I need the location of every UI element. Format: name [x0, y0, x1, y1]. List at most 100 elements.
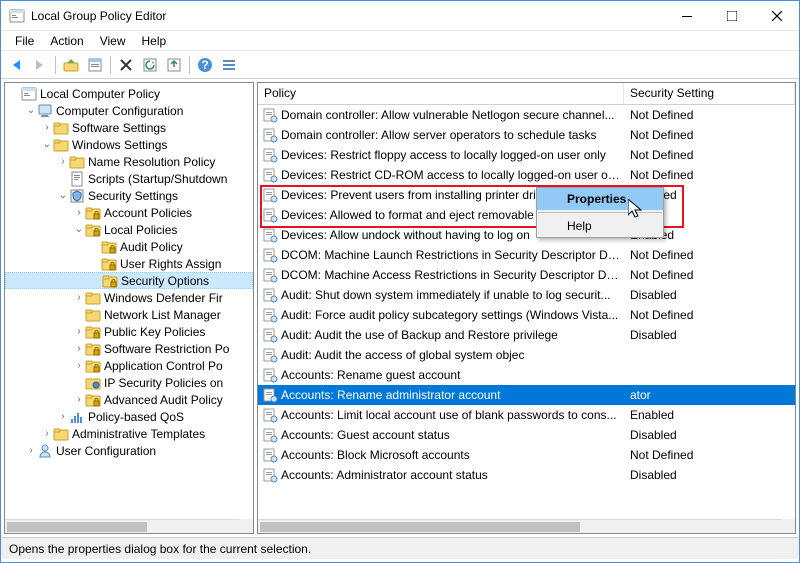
- tree-toggle-icon[interactable]: ⌄: [41, 139, 53, 150]
- list-row[interactable]: DCOM: Machine Launch Restrictions in Sec…: [258, 245, 795, 265]
- list-row[interactable]: Devices: Allowed to format and eject rem…: [258, 205, 795, 225]
- list-row[interactable]: Devices: Allow undock without having to …: [258, 225, 795, 245]
- refresh-button[interactable]: [139, 54, 161, 76]
- folder-lock-icon: [101, 239, 117, 255]
- tree-item[interactable]: ›Public Key Policies: [5, 323, 253, 340]
- menu-file[interactable]: File: [7, 32, 42, 50]
- context-menu-help[interactable]: Help: [537, 215, 663, 237]
- policy-icon: [262, 287, 278, 303]
- tree-item[interactable]: ›Software Restriction Po: [5, 340, 253, 357]
- tree-label: Local Computer Policy: [40, 87, 160, 101]
- export-button[interactable]: [163, 54, 185, 76]
- policy-icon: [262, 307, 278, 323]
- tree-item[interactable]: Scripts (Startup/Shutdown: [5, 170, 253, 187]
- list-row[interactable]: Accounts: Administrator account statusDi…: [258, 465, 795, 485]
- list-row[interactable]: Audit: Force audit policy subcategory se…: [258, 305, 795, 325]
- toolbar: [1, 51, 799, 79]
- horizontal-scrollbar[interactable]: [5, 519, 239, 533]
- list-row[interactable]: Audit: Audit the use of Backup and Resto…: [258, 325, 795, 345]
- policy-icon: [262, 107, 278, 123]
- list-row[interactable]: Accounts: Block Microsoft accountsNot De…: [258, 445, 795, 465]
- help-button[interactable]: [194, 54, 216, 76]
- maximize-button[interactable]: [709, 1, 754, 30]
- tree-item[interactable]: Network List Manager: [5, 306, 253, 323]
- tree-item[interactable]: ›Advanced Audit Policy: [5, 391, 253, 408]
- forward-button[interactable]: [29, 54, 51, 76]
- policy-list[interactable]: Domain controller: Allow vulnerable Netl…: [258, 105, 795, 533]
- tree-label: Computer Configuration: [56, 104, 183, 118]
- tree-item[interactable]: ⌄Local Policies: [5, 221, 253, 238]
- tree-label: Windows Settings: [72, 138, 167, 152]
- list-row[interactable]: Devices: Prevent users from installing p…: [258, 185, 795, 205]
- tree-toggle-icon[interactable]: ›: [73, 326, 85, 337]
- tree-item[interactable]: ›Account Policies: [5, 204, 253, 221]
- tree-toggle-icon[interactable]: ›: [41, 122, 53, 133]
- context-menu-properties[interactable]: Properties: [537, 188, 663, 210]
- back-button[interactable]: [5, 54, 27, 76]
- tree-item[interactable]: ⌄ Windows Settings: [5, 136, 253, 153]
- policy-icon: [262, 207, 278, 223]
- tree-toggle-icon[interactable]: ›: [25, 445, 37, 456]
- minimize-button[interactable]: [664, 1, 709, 30]
- tree-toggle-icon[interactable]: ›: [57, 411, 69, 422]
- console-icon: [21, 86, 37, 102]
- tree-item[interactable]: Audit Policy: [5, 238, 253, 255]
- up-button[interactable]: [60, 54, 82, 76]
- policy-name: DCOM: Machine Launch Restrictions in Sec…: [281, 248, 624, 262]
- policy-icon: [262, 387, 278, 403]
- app-icon: [9, 8, 25, 24]
- policy-icon: [262, 167, 278, 183]
- list-row[interactable]: Accounts: Rename guest account: [258, 365, 795, 385]
- horizontal-scrollbar[interactable]: [258, 519, 781, 533]
- list-row[interactable]: DCOM: Machine Access Restrictions in Sec…: [258, 265, 795, 285]
- list-row[interactable]: Devices: Restrict floppy access to local…: [258, 145, 795, 165]
- list-row[interactable]: Accounts: Guest account statusDisabled: [258, 425, 795, 445]
- menu-action[interactable]: Action: [42, 32, 91, 50]
- tree-item[interactable]: ›Application Control Po: [5, 357, 253, 374]
- column-setting[interactable]: Security Setting: [624, 83, 795, 104]
- policy-name: Accounts: Administrator account status: [281, 468, 624, 482]
- properties-button[interactable]: [84, 54, 106, 76]
- list-row[interactable]: Devices: Restrict CD-ROM access to local…: [258, 165, 795, 185]
- console-tree[interactable]: Local Computer Policy⌄Computer Configura…: [5, 83, 253, 533]
- tree-item[interactable]: IP Security Policies on: [5, 374, 253, 391]
- tree-item[interactable]: ›User Configuration: [5, 442, 253, 459]
- tree-toggle-icon[interactable]: ›: [41, 428, 53, 439]
- close-button[interactable]: [754, 1, 799, 30]
- column-policy[interactable]: Policy: [258, 83, 624, 104]
- tree-item[interactable]: ›Policy-based QoS: [5, 408, 253, 425]
- tree-item[interactable]: ⌄Security Settings: [5, 187, 253, 204]
- list-row[interactable]: Domain controller: Allow server operator…: [258, 125, 795, 145]
- list-row[interactable]: Audit: Shut down system immediately if u…: [258, 285, 795, 305]
- tree-item[interactable]: ›Windows Defender Fir: [5, 289, 253, 306]
- tree-label: IP Security Policies on: [104, 376, 223, 390]
- folder-lock-icon: [101, 256, 117, 272]
- folder-icon: [85, 307, 101, 323]
- tree-item[interactable]: ›Administrative Templates: [5, 425, 253, 442]
- show-hide-button[interactable]: [218, 54, 240, 76]
- tree-toggle-icon[interactable]: ⌄: [57, 190, 69, 201]
- menu-help[interactable]: Help: [134, 32, 175, 50]
- list-row[interactable]: Domain controller: Allow vulnerable Netl…: [258, 105, 795, 125]
- tree-toggle-icon[interactable]: ⌄: [25, 105, 37, 116]
- tree-item[interactable]: ⌄ Computer Configuration: [5, 102, 253, 119]
- list-row[interactable]: Accounts: Limit local account use of bla…: [258, 405, 795, 425]
- tree-item[interactable]: ›Name Resolution Policy: [5, 153, 253, 170]
- tree-item[interactable]: ›Software Settings: [5, 119, 253, 136]
- tree-item[interactable]: User Rights Assign: [5, 255, 253, 272]
- tree-item[interactable]: Local Computer Policy: [5, 85, 253, 102]
- delete-button[interactable]: [115, 54, 137, 76]
- tree-toggle-icon[interactable]: ›: [73, 207, 85, 218]
- list-row[interactable]: Accounts: Rename administrator accountat…: [258, 385, 795, 405]
- tree-toggle-icon[interactable]: ›: [73, 360, 85, 371]
- tree-toggle-icon[interactable]: ›: [73, 343, 85, 354]
- tree-toggle-icon[interactable]: ›: [57, 156, 69, 167]
- policy-name: Devices: Restrict CD-ROM access to local…: [281, 168, 624, 182]
- tree-toggle-icon[interactable]: ⌄: [73, 224, 85, 235]
- menu-view[interactable]: View: [92, 32, 134, 50]
- tree-item[interactable]: Security Options: [5, 272, 253, 289]
- tree-toggle-icon[interactable]: ›: [73, 292, 85, 303]
- folder-icon: [69, 154, 85, 170]
- tree-toggle-icon[interactable]: ›: [73, 394, 85, 405]
- list-row[interactable]: Audit: Audit the access of global system…: [258, 345, 795, 365]
